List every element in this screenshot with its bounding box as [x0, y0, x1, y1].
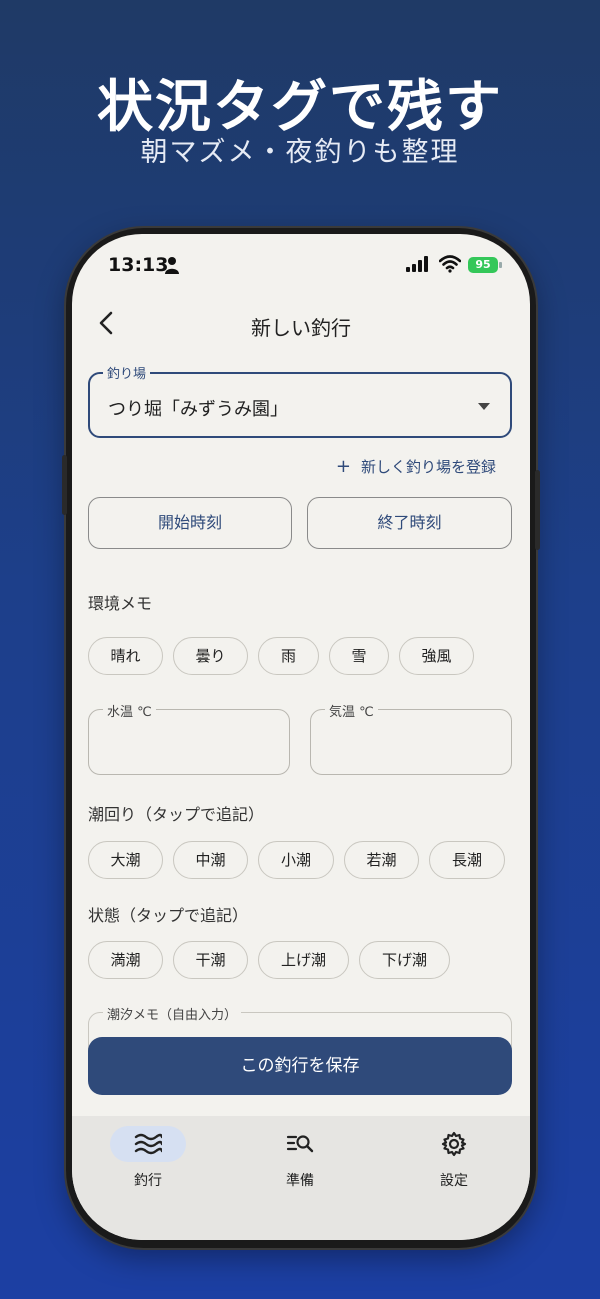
- tab-settings[interactable]: 設定: [378, 1116, 530, 1206]
- env-chip-sunny[interactable]: 晴れ: [88, 637, 163, 675]
- end-time-button[interactable]: 終了時刻: [307, 497, 512, 549]
- tab-trips[interactable]: 釣行: [72, 1116, 224, 1206]
- gear-icon: [441, 1131, 467, 1157]
- list-search-icon: [286, 1135, 314, 1153]
- add-spot-link[interactable]: + 新しく釣り場を登録: [336, 456, 496, 477]
- wifi-icon: [439, 255, 461, 273]
- save-trip-button[interactable]: この釣行を保存: [88, 1037, 512, 1095]
- water-temp-label: 水温 ℃: [103, 701, 156, 720]
- dropdown-caret-icon: [478, 403, 490, 410]
- env-chip-cloudy[interactable]: 曇り: [173, 637, 248, 675]
- tide-state-label: 状態（タップで追記）: [88, 906, 249, 925]
- tide-chip-middle[interactable]: 中潮: [173, 841, 248, 879]
- tide-chip-young[interactable]: 若潮: [344, 841, 419, 879]
- signal-icon: [406, 256, 428, 272]
- env-chip-strong-wind[interactable]: 強風: [399, 637, 474, 675]
- spot-select-label: 釣り場: [103, 363, 151, 382]
- state-chip-rising[interactable]: 上げ潮: [258, 941, 349, 979]
- person-icon: [165, 257, 179, 274]
- tide-cycle-label: 潮回り（タップで追記）: [88, 805, 265, 824]
- tab-trips-label: 釣行: [134, 1173, 162, 1189]
- tab-active-indicator: [110, 1126, 186, 1162]
- battery-indicator: 95: [468, 257, 498, 273]
- tab-settings-label: 設定: [440, 1173, 468, 1189]
- tide-memo-label: 潮汐メモ（自由入力）: [103, 1004, 242, 1023]
- add-spot-label: 新しく釣り場を登録: [360, 458, 496, 476]
- waves-icon: [134, 1133, 162, 1155]
- air-temp-label: 気温 ℃: [325, 701, 378, 720]
- promo-subline: 朝マズメ・夜釣りも整理: [140, 137, 460, 168]
- phone-side-button: [62, 455, 67, 515]
- tab-prepare[interactable]: 準備: [224, 1116, 376, 1206]
- state-chip-falling[interactable]: 下げ潮: [359, 941, 450, 979]
- status-bar: 13:13 95: [72, 234, 530, 294]
- tab-icon-container: [416, 1126, 492, 1162]
- phone-side-button: [535, 470, 540, 550]
- state-chip-low-tide[interactable]: 干潮: [173, 941, 248, 979]
- start-time-button[interactable]: 開始時刻: [88, 497, 292, 549]
- tide-chip-spring[interactable]: 大潮: [88, 841, 163, 879]
- env-chip-snow[interactable]: 雪: [329, 637, 389, 675]
- page-title: 新しい釣行: [251, 316, 351, 340]
- app-screen: 13:13 95 新しい釣行 つり堀「みずうみ園」 釣り場 + 新しく釣り場を登…: [72, 234, 530, 1240]
- spot-select-value: つり堀「みずうみ園」: [108, 399, 288, 420]
- tab-icon-container: [262, 1126, 338, 1162]
- battery-tip: [499, 262, 502, 268]
- app-bar: 新しい釣行: [72, 294, 530, 354]
- bottom-tab-bar: 釣行 準備 設定: [72, 1116, 530, 1240]
- status-time: 13:13: [108, 254, 169, 276]
- tide-chip-long[interactable]: 長潮: [429, 841, 505, 879]
- env-chip-rain[interactable]: 雨: [258, 637, 319, 675]
- tide-chip-neap[interactable]: 小潮: [258, 841, 334, 879]
- environment-label: 環境メモ: [88, 594, 153, 613]
- plus-icon: +: [335, 456, 351, 477]
- state-chip-high-tide[interactable]: 満潮: [88, 941, 163, 979]
- spot-select[interactable]: つり堀「みずうみ園」: [88, 372, 512, 438]
- tab-prepare-label: 準備: [286, 1173, 314, 1189]
